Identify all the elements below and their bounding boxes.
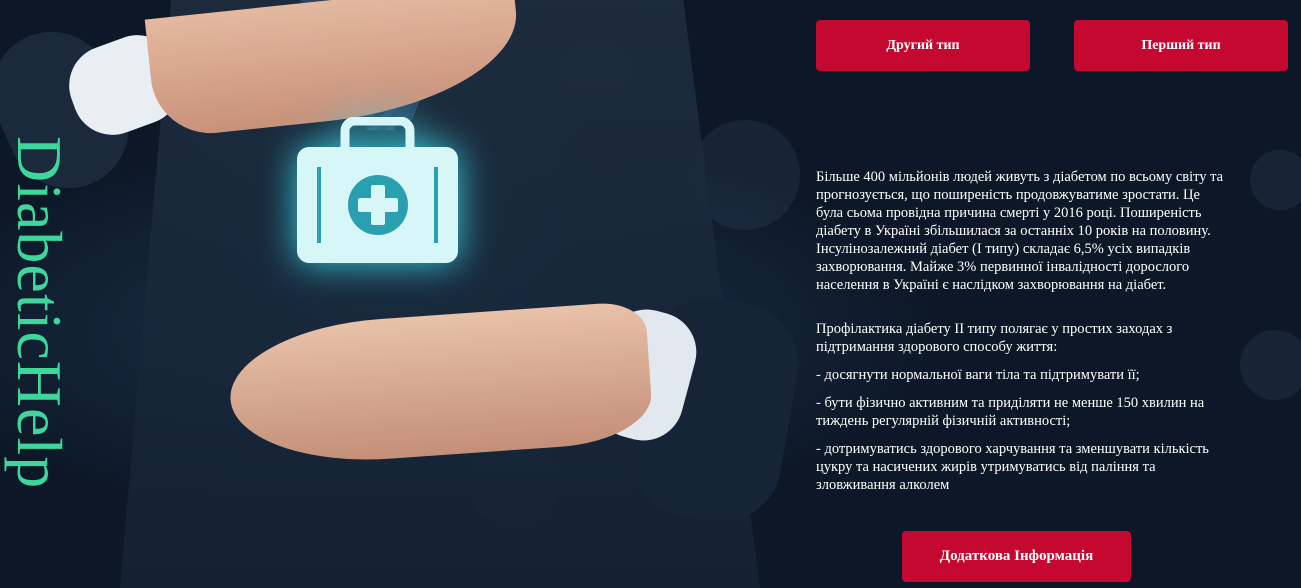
- prevention-item: - досягнути нормальної ваги тіла та підт…: [816, 367, 1140, 383]
- type1-button[interactable]: Перший тип: [1074, 20, 1288, 71]
- intro-paragraph: Більше 400 мільйонів людей живуть з діаб…: [816, 169, 1224, 293]
- medical-kit-icon: [297, 117, 458, 263]
- prevention-item: - бути фізично активним та приділяти не …: [816, 395, 1205, 429]
- brand-logo[interactable]: DiabeticHelp: [4, 60, 75, 565]
- more-info-button[interactable]: Додаткова Інформація: [902, 531, 1131, 582]
- brand-name: DiabeticHelp: [4, 135, 75, 490]
- bokeh-light: [1250, 150, 1301, 210]
- info-text-block: Більше 400 мільйонів людей живуть з діаб…: [816, 168, 1226, 504]
- type2-button[interactable]: Другий тип: [816, 20, 1030, 71]
- bokeh-light: [1240, 330, 1301, 400]
- prevention-item: - дотримуватись здорового харчування та …: [816, 441, 1209, 493]
- prevention-heading: Профілактика діабету ІІ типу полягає у п…: [816, 321, 1173, 355]
